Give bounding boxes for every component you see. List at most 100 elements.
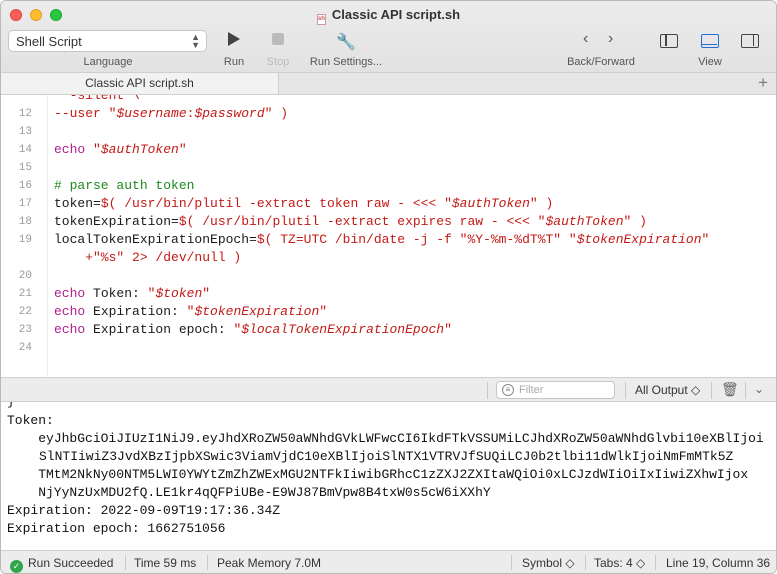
code-token: token= [54, 196, 101, 211]
toggle-console-icon[interactable] [701, 34, 719, 48]
code-token: --user " [54, 106, 117, 121]
code-text: -silent \ [54, 95, 140, 105]
code-text: tokenExpiration=$( /usr/bin/plutil -extr… [54, 213, 647, 231]
divider [711, 382, 712, 399]
code-text: +"%s" 2> /dev/null ) [54, 249, 241, 267]
code-token: Token: [93, 286, 148, 301]
back-button[interactable]: ‹ [583, 30, 588, 48]
line-number: 14 [18, 144, 32, 156]
code-text: # parse auth token [54, 177, 194, 195]
divider [745, 382, 746, 399]
status-bar: ✓ Run Succeeded Time 59 ms Peak Memory 7.… [1, 550, 776, 573]
language-label: Language [83, 56, 133, 68]
code-token: echo [54, 322, 94, 337]
code-token: $tokenExpiration [194, 304, 320, 319]
filter-icon: ≡ [502, 384, 514, 396]
code-line[interactable]: 18 tokenExpiration=$( /usr/bin/plutil -ex… [1, 213, 776, 231]
code-token: $authToken [100, 142, 179, 157]
code-token: " ) [264, 106, 289, 121]
code-line[interactable]: 21 echo Token: "$token" [1, 285, 776, 303]
divider [585, 555, 586, 570]
view-label: View [698, 56, 722, 68]
run-button[interactable] [222, 32, 246, 50]
code-line[interactable]: 14 echo "$authToken" [1, 141, 776, 159]
code-token: # parse auth token [54, 178, 195, 193]
line-number: 23 [18, 324, 32, 336]
code-line[interactable]: 17 token=$( /usr/bin/plutil -extract toke… [1, 195, 776, 213]
window-title: sh Classic API script.sh [1, 7, 776, 25]
code-token: echo [54, 304, 94, 319]
code-line[interactable]: 22 echo Expiration: "$tokenExpiration" [1, 303, 776, 321]
code-token: " [178, 142, 187, 157]
peak-memory: Peak Memory 7.0M [217, 556, 322, 570]
toggle-sidebar-left-icon[interactable] [660, 34, 678, 48]
code-token: $password [194, 106, 265, 121]
run-time: Time 59 ms [134, 556, 197, 570]
chevron-down-icon[interactable]: ⌄ [754, 382, 764, 396]
language-select[interactable]: Shell Script ▲ ▼ [8, 30, 207, 52]
code-token: $( /usr/bin/plutil -extract token raw - … [100, 196, 452, 211]
stop-label: Stop [266, 56, 290, 68]
console-line: eyJhbGciOiJIUzI1NiJ9.eyJhdXRoZW50aWNhdGV… [7, 431, 764, 464]
code-token: " [701, 232, 710, 247]
divider [125, 555, 126, 570]
code-token: $authToken [545, 214, 624, 229]
tab-classic-api-script[interactable]: Classic API script.sh [1, 73, 279, 94]
code-token: $( /usr/bin/plutil -extract expires raw … [178, 214, 546, 229]
run-settings-button[interactable]: 🔧 [334, 32, 358, 52]
code-line[interactable]: 19 localTokenExpirationEpoch=$( TZ=UTC /b… [1, 231, 776, 249]
filter-input[interactable]: ≡ Filter [496, 381, 615, 399]
output-filter-select[interactable]: All Output ◇ [635, 383, 700, 397]
code-line[interactable]: 16 # parse auth token [1, 177, 776, 195]
console-line: Expiration: 2022-09-09T19:17:36.34Z [7, 503, 281, 518]
code-editor[interactable]: -silent \ 12 --user "$username:$password" … [1, 95, 776, 377]
code-line[interactable]: 24 [1, 339, 776, 357]
code-token: " [319, 304, 328, 319]
code-token: " [202, 286, 211, 301]
line-number: 24 [18, 342, 32, 354]
code-line[interactable]: 20 [1, 267, 776, 285]
add-tab-button[interactable]: + [758, 74, 768, 92]
code-text: localTokenExpirationEpoch=$( TZ=UTC /bin… [54, 231, 709, 249]
code-line[interactable]: 15 [1, 159, 776, 177]
console-line: NjYyNzUxMDU2fQ.LE1kr4qQFPiUBe-E9WJ87BmVp… [7, 485, 491, 500]
console-line: TMtM2NkNy00NTM5LWI0YWYtZmZhZWExMGU2NTFkI… [7, 467, 749, 482]
code-line[interactable]: 13 [1, 123, 776, 141]
forward-button[interactable]: › [608, 30, 613, 48]
code-text: echo Token: "$token" [54, 285, 210, 303]
code-line[interactable]: 23 echo Expiration epoch: "$localTokenExp… [1, 321, 776, 339]
divider [655, 555, 656, 570]
code-token: $username [116, 106, 187, 121]
chevron-updown-icon: ▲ ▼ [191, 32, 200, 50]
code-token: Expiration epoch: [93, 322, 234, 337]
stop-button[interactable] [266, 32, 290, 49]
code-token: -silent \ [54, 95, 140, 103]
stop-icon [272, 33, 284, 45]
trash-icon[interactable]: 🗑 [721, 381, 739, 398]
line-number: 18 [18, 216, 32, 228]
code-line[interactable]: -silent \ [1, 95, 776, 105]
tabs-select[interactable]: Tabs: 4 ◇ [594, 556, 645, 570]
code-token: $( TZ=UTC /bin/date -j -f "%Y-%m-%dT%T" … [256, 232, 577, 247]
code-line[interactable]: +"%s" 2> /dev/null ) [1, 249, 776, 267]
code-token: echo [54, 142, 94, 157]
console-output[interactable]: } Token: eyJhbGciOiJIUzI1NiJ9.eyJhdXRoZW5… [1, 402, 776, 550]
code-text: token=$( /usr/bin/plutil -extract token … [54, 195, 553, 213]
line-number: 21 [18, 288, 32, 300]
symbol-select[interactable]: Symbol ◇ [522, 556, 575, 570]
code-line[interactable]: 12 --user "$username:$password" ) [1, 105, 776, 123]
line-number: 17 [18, 198, 32, 210]
line-number: 20 [18, 270, 32, 282]
success-check-icon: ✓ [10, 560, 23, 573]
code-token: " ) [529, 196, 554, 211]
code-token: $authToken [451, 196, 530, 211]
code-token: tokenExpiration= [54, 214, 179, 229]
code-token: localTokenExpirationEpoch= [54, 232, 257, 247]
code-text: echo "$authToken" [54, 141, 187, 159]
cursor-position: Line 19, Column 36 [666, 556, 771, 570]
wrench-icon: 🔧 [336, 34, 356, 51]
run-label: Run [223, 56, 245, 68]
divider [511, 555, 512, 570]
line-number: 15 [18, 162, 32, 174]
toggle-sidebar-right-icon[interactable] [741, 34, 759, 48]
